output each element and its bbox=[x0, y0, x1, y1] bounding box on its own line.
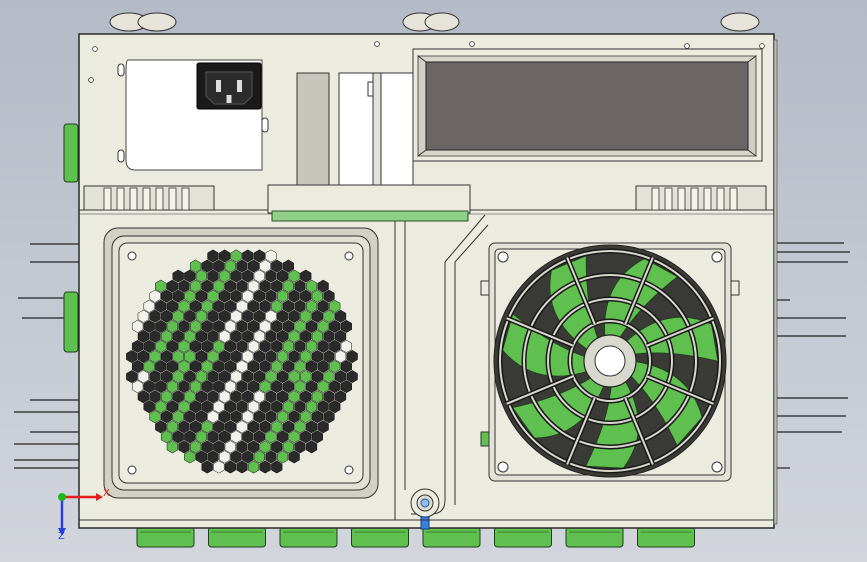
right-pin-leads bbox=[774, 242, 850, 469]
top-fitting-icon bbox=[424, 12, 460, 32]
ribs-left bbox=[103, 187, 190, 211]
top-fitting-icon bbox=[720, 12, 760, 32]
connector-block-icon bbox=[208, 526, 266, 548]
connector-block-icon bbox=[494, 526, 552, 548]
card-slots bbox=[296, 72, 414, 186]
connector-block-icon bbox=[279, 526, 338, 548]
iec-power-inlet-icon[interactable] bbox=[196, 62, 262, 110]
top-fittings bbox=[109, 12, 760, 32]
chassis-side-edge bbox=[773, 39, 778, 525]
slot-hole-icon bbox=[117, 63, 125, 77]
ribs-right bbox=[651, 187, 738, 211]
side-tab bbox=[480, 280, 490, 296]
screw-icon bbox=[92, 46, 98, 52]
side-connectors bbox=[63, 123, 79, 353]
screw-icon bbox=[88, 77, 94, 83]
connector-block-icon bbox=[63, 123, 79, 183]
screw-icon bbox=[759, 43, 765, 49]
screw-icon bbox=[374, 41, 380, 47]
connector-block-icon bbox=[422, 526, 481, 548]
connector-block-icon bbox=[351, 526, 409, 548]
fan-grille-icon[interactable] bbox=[493, 244, 727, 478]
triad-z-label: Z bbox=[58, 531, 65, 542]
cad-model-view[interactable] bbox=[0, 0, 867, 562]
slot-hole-icon bbox=[117, 149, 125, 163]
cad-viewport[interactable]: X Z Y bbox=[0, 0, 867, 562]
connector-block-icon bbox=[637, 526, 695, 548]
side-tab bbox=[730, 280, 740, 296]
slot-hole-icon bbox=[261, 117, 269, 133]
left-pin-leads bbox=[14, 243, 79, 469]
side-tab bbox=[480, 431, 490, 447]
connector-block-icon bbox=[565, 526, 624, 548]
top-fitting-icon bbox=[137, 12, 177, 32]
triad-x-label: X bbox=[103, 488, 110, 499]
screw-icon bbox=[469, 41, 475, 47]
connector-block-icon bbox=[136, 526, 195, 548]
display-window[interactable] bbox=[412, 48, 763, 162]
screw-icon bbox=[684, 43, 690, 49]
connector-block-icon bbox=[63, 291, 79, 353]
bottom-connectors bbox=[136, 526, 695, 548]
display-glass bbox=[425, 61, 749, 151]
